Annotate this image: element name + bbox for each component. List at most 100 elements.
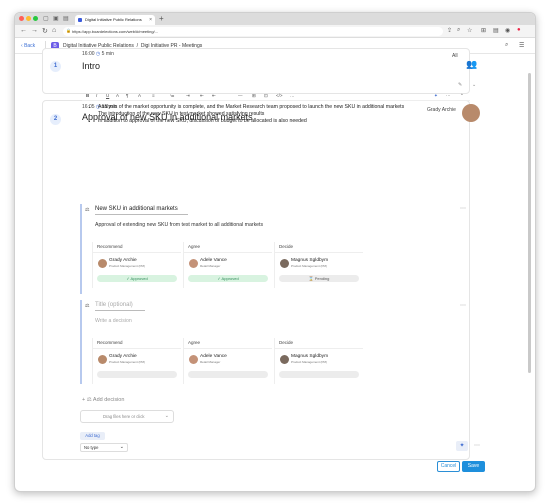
home-icon[interactable]: ⌂: [52, 27, 56, 34]
person-role: Product Management (PM): [109, 360, 146, 364]
image-button[interactable]: ⊡: [264, 93, 268, 99]
list-button[interactable]: ≔: [170, 93, 175, 99]
paragraph-button[interactable]: ¶: [126, 93, 128, 98]
browser-menu-icon[interactable]: ●: [517, 27, 521, 33]
sidebar-icon[interactable]: ▢: [43, 15, 49, 22]
add-tag-button[interactable]: Add tag: [80, 432, 105, 440]
person-name: Adele Vance: [200, 354, 227, 359]
raci-column-agree: Agree Adele Vance Retail Manager ✓ Appro…: [183, 242, 272, 288]
avatar: [98, 355, 107, 364]
align-button[interactable]: ≡: [152, 93, 155, 98]
decision-gavel-icon: ⚖: [85, 207, 90, 213]
person-name: Grady Archie: [109, 354, 137, 359]
address-bar-row: ← → ↻ ⌂ https://app.boardelections.com/w…: [15, 25, 535, 38]
reload-icon[interactable]: ↻: [42, 27, 48, 35]
table-button[interactable]: ⊞: [252, 93, 256, 99]
file-dropzone[interactable]: Drag files here or click ⌄: [80, 410, 174, 423]
decision-title[interactable]: New SKU in additional markets: [95, 206, 178, 212]
person-role: Retail Manager: [200, 360, 221, 364]
status-badge[interactable]: [279, 371, 359, 378]
avatar: [280, 259, 289, 268]
hamburger-menu-icon[interactable]: ☰: [519, 42, 524, 49]
raci-column-agree: Agree Adele Vance Retail Manager: [183, 338, 272, 384]
item-title[interactable]: Intro: [82, 61, 100, 71]
status-badge[interactable]: [97, 371, 177, 378]
chevron-down-icon: ⌄: [164, 413, 169, 419]
group-icon: 👥: [466, 59, 478, 69]
url-field[interactable]: https://app.boardelections.com/web/#/mee…: [63, 27, 443, 36]
decision-description[interactable]: Approval of extending new SKU from test …: [95, 222, 263, 228]
item-number-badge: 2: [50, 114, 61, 125]
profile-icon[interactable]: ◉: [505, 27, 510, 34]
bold-button[interactable]: B: [86, 93, 89, 98]
share-icon[interactable]: ⇪: [447, 27, 452, 34]
column-header: Decide: [279, 340, 294, 345]
status-badge[interactable]: ✓ Approved: [97, 275, 177, 282]
decision-description-input[interactable]: Write a decision: [95, 318, 132, 324]
ai-assist-icon[interactable]: ✦: [456, 441, 468, 451]
window-maximize-button[interactable]: [33, 16, 38, 21]
extensions-icon[interactable]: ⊞: [481, 27, 486, 34]
tab-group-icon[interactable]: ▣: [53, 15, 59, 22]
decision-more-icon[interactable]: ⋯: [460, 302, 466, 309]
column-header: Agree: [188, 244, 201, 249]
chevron-down-icon[interactable]: ⌄: [472, 82, 476, 88]
item-assignee: All: [452, 53, 458, 59]
text-color-button[interactable]: A: [138, 93, 141, 98]
note-bullet: In addition to approval of the new SKU, …: [98, 118, 460, 125]
status-badge[interactable]: ⌛ Pending: [279, 275, 359, 282]
clock-icon: ◷: [95, 51, 101, 57]
new-tab-icon[interactable]: +: [159, 14, 164, 23]
back-arrow-icon[interactable]: ←: [20, 27, 27, 34]
cancel-button[interactable]: Cancel: [437, 461, 460, 472]
item-notes[interactable]: Analysis of the market opportunity is co…: [90, 104, 460, 126]
avatar: [189, 355, 198, 364]
person-role: Product Management (PM): [109, 264, 146, 268]
status-badge[interactable]: ✓ Approved: [188, 275, 268, 282]
indent-button[interactable]: ⇥: [186, 93, 190, 99]
more-icon[interactable]: ⋯: [446, 93, 451, 99]
window-close-button[interactable]: [19, 16, 24, 21]
more-options-button[interactable]: …: [290, 93, 295, 98]
window-minimize-button[interactable]: [26, 16, 31, 21]
duplicate-tab-icon[interactable]: ▤: [63, 15, 69, 22]
add-decision-button[interactable]: + ⚖ Add decision: [82, 397, 124, 403]
browser-tab[interactable]: Digital Initiative Public Relations ×: [75, 15, 155, 25]
ai-assist-icon[interactable]: ✦: [434, 93, 438, 99]
add-decision-label: Add decision: [92, 397, 125, 403]
avatar: [280, 355, 289, 364]
outdent-button[interactable]: ⇤: [200, 93, 204, 99]
status-badge[interactable]: [188, 371, 268, 378]
page-scrollbar[interactable]: [528, 73, 531, 373]
avatar: [462, 104, 480, 122]
horizontal-rule-button[interactable]: —: [238, 93, 243, 98]
save-button[interactable]: Save: [462, 461, 485, 472]
type-select[interactable]: No type ⌄: [80, 443, 128, 452]
person-name: Magnus Sgldbym: [291, 258, 329, 263]
zoom-icon[interactable]: ⌕: [457, 27, 460, 34]
bookmark-icon[interactable]: ☆: [467, 27, 472, 34]
raci-column-recommend: Recommend Grady Archie Product Managemen…: [92, 338, 181, 384]
person-role: Product Management (PM): [291, 264, 328, 268]
collapse-icon[interactable]: ⌃: [460, 93, 464, 99]
edit-pencil-icon[interactable]: ✎: [458, 82, 462, 88]
more-icon[interactable]: ⋯: [474, 442, 480, 449]
raci-column-recommend: Recommend Grady Archie Product Managemen…: [92, 242, 181, 288]
search-icon[interactable]: ⌕: [505, 42, 508, 49]
underline-button[interactable]: U: [106, 93, 109, 98]
column-header: Recommend: [97, 244, 123, 249]
outdent-alt-button[interactable]: ⇤: [212, 93, 216, 99]
note-bullet: Analysis of the market opportunity is co…: [98, 104, 460, 111]
tab-title: Digital Initiative Public Relations: [85, 17, 142, 22]
reading-list-icon[interactable]: ▤: [493, 27, 499, 34]
decision-title-input[interactable]: Title (optional): [95, 302, 133, 308]
code-button[interactable]: </>: [276, 93, 283, 98]
tab-close-icon[interactable]: ×: [149, 15, 152, 25]
chevron-down-icon: ⌄: [119, 444, 124, 450]
decision-more-icon[interactable]: ⋯: [460, 205, 466, 212]
column-header: Decide: [279, 244, 294, 249]
italic-button[interactable]: I: [96, 93, 97, 98]
back-link[interactable]: ‹ Back: [21, 43, 35, 49]
forward-arrow-icon[interactable]: →: [31, 27, 38, 34]
font-size-button[interactable]: A: [116, 93, 119, 98]
